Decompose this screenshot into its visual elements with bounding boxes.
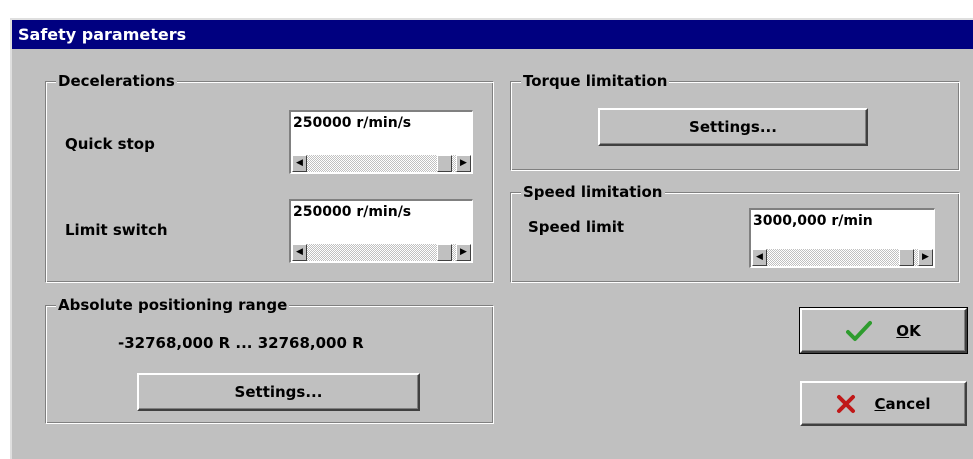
quick-stop-label: Quick stop bbox=[65, 135, 155, 153]
decelerations-legend: Decelerations bbox=[56, 72, 177, 90]
torque-limitation-group: Torque limitation Settings... bbox=[510, 72, 960, 171]
quick-stop-scrollbar[interactable]: ◀ ▶ bbox=[292, 155, 471, 172]
speed-limitation-legend: Speed limitation bbox=[521, 183, 665, 201]
positioning-range-text: -32768,000 R ... 32768,000 R bbox=[118, 334, 364, 352]
ok-button-content: OK bbox=[846, 320, 921, 342]
absolute-settings-label: Settings... bbox=[234, 383, 323, 401]
ok-label-rest: K bbox=[909, 321, 921, 340]
speed-limitation-group: Speed limitation Speed limit 3000,000 r/… bbox=[510, 183, 960, 283]
speed-limit-scrollbar[interactable]: ◀ ▶ bbox=[752, 249, 933, 266]
speed-limit-value: 3000,000 r/min bbox=[753, 213, 873, 229]
cancel-label-rest: ancel bbox=[885, 394, 931, 413]
limit-switch-field[interactable]: 250000 r/min/s ◀ ▶ bbox=[289, 199, 473, 263]
decelerations-group: Decelerations Quick stop 250000 r/min/s … bbox=[45, 72, 494, 283]
absolute-positioning-group: Absolute positioning range -32768,000 R … bbox=[45, 296, 494, 424]
quick-stop-value: 250000 r/min/s bbox=[293, 115, 412, 131]
speed-limit-label: Speed limit bbox=[528, 218, 625, 236]
scroll-right-icon[interactable]: ▶ bbox=[918, 249, 933, 266]
cancel-button[interactable]: Cancel bbox=[800, 381, 967, 426]
quick-stop-field[interactable]: 250000 r/min/s ◀ ▶ bbox=[289, 110, 473, 174]
scroll-thumb[interactable] bbox=[899, 249, 914, 266]
check-icon bbox=[846, 320, 873, 341]
scroll-thumb[interactable] bbox=[437, 244, 452, 261]
absolute-positioning-legend: Absolute positioning range bbox=[56, 296, 290, 314]
torque-settings-label: Settings... bbox=[689, 118, 777, 136]
scroll-left-icon[interactable]: ◀ bbox=[292, 155, 307, 172]
absolute-settings-button[interactable]: Settings... bbox=[137, 373, 420, 411]
scroll-thumb[interactable] bbox=[437, 155, 452, 172]
cancel-button-content: Cancel bbox=[836, 394, 931, 414]
safety-parameters-dialog: Safety parameters Decelerations Quick st… bbox=[10, 18, 973, 459]
limit-switch-scrollbar[interactable]: ◀ ▶ bbox=[292, 244, 471, 261]
speed-limit-field[interactable]: 3000,000 r/min ◀ ▶ bbox=[749, 208, 935, 268]
x-icon bbox=[837, 394, 856, 413]
torque-settings-button[interactable]: Settings... bbox=[598, 108, 868, 146]
scroll-right-icon[interactable]: ▶ bbox=[456, 244, 471, 261]
ok-button[interactable]: OK bbox=[799, 307, 968, 354]
limit-switch-label: Limit switch bbox=[65, 221, 168, 239]
title-bar: Safety parameters bbox=[12, 20, 973, 49]
scroll-left-icon[interactable]: ◀ bbox=[292, 244, 307, 261]
limit-switch-value: 250000 r/min/s bbox=[293, 204, 412, 220]
ok-mnemonic: O bbox=[896, 321, 910, 340]
scroll-left-icon[interactable]: ◀ bbox=[752, 249, 767, 266]
window-title: Safety parameters bbox=[18, 25, 187, 44]
torque-limitation-legend: Torque limitation bbox=[521, 72, 670, 90]
scroll-right-icon[interactable]: ▶ bbox=[456, 155, 471, 172]
cancel-mnemonic: C bbox=[874, 394, 886, 413]
